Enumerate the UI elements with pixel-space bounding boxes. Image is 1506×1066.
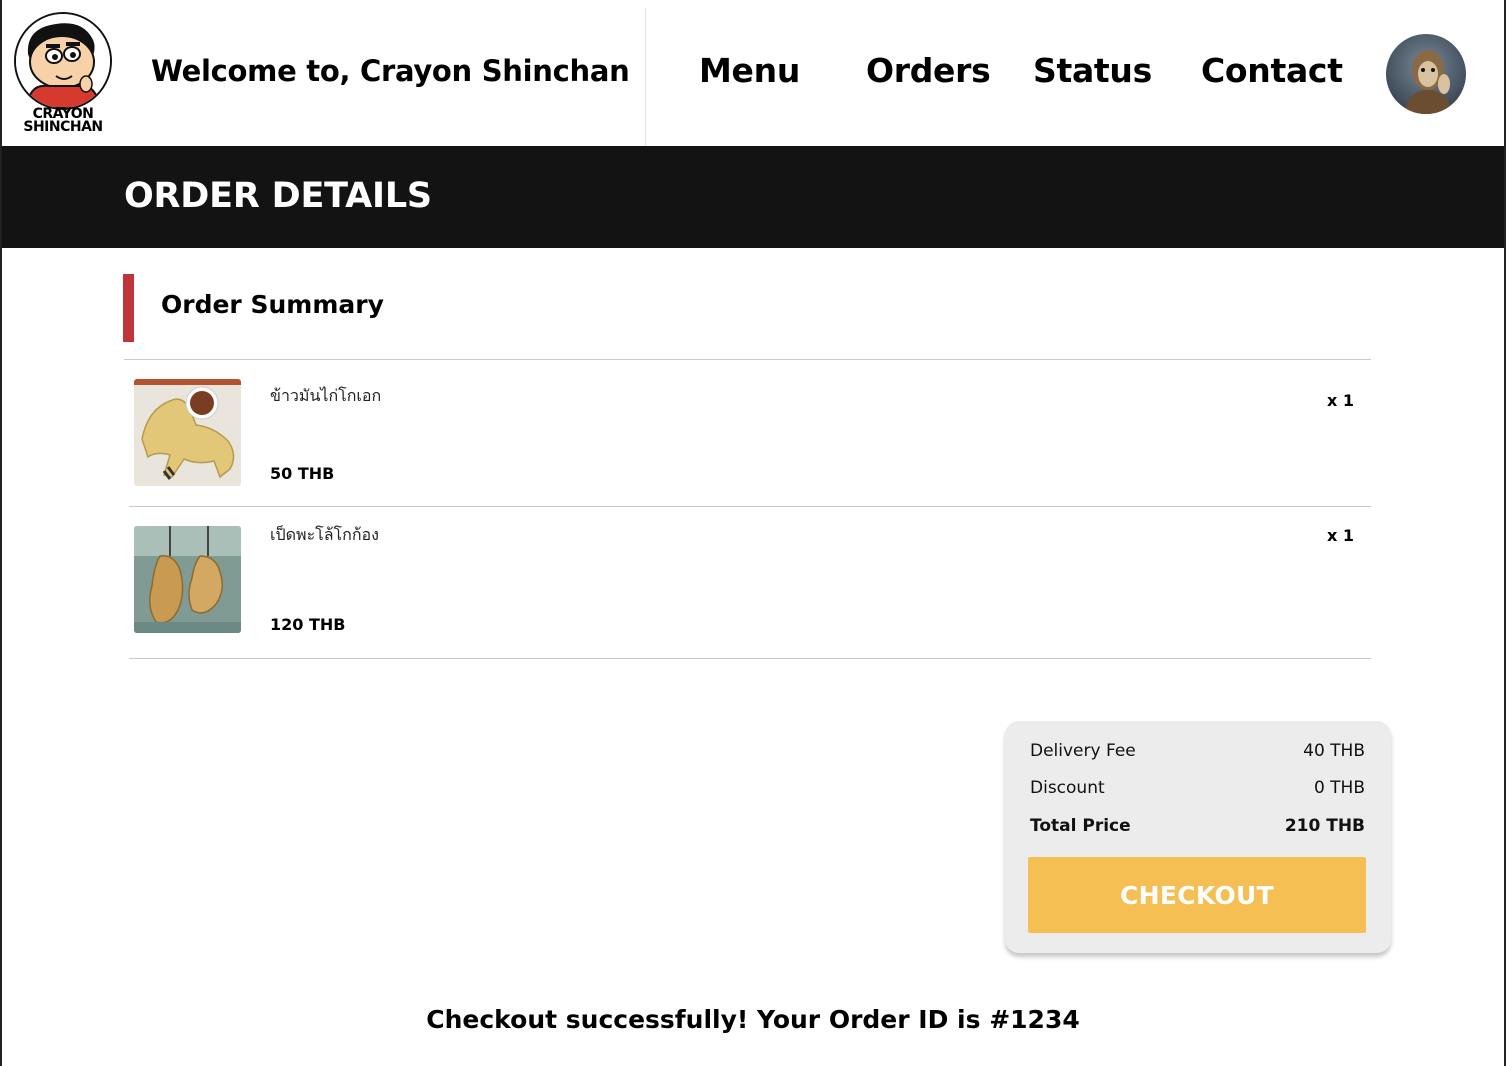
- header-divider: [645, 8, 646, 146]
- logo-text: CRAYON SHINCHAN: [14, 107, 112, 135]
- checkout-success-message: Checkout successfully! Your Order ID is …: [426, 1005, 1080, 1034]
- item-price: 50 THB: [270, 464, 335, 483]
- roast-duck-photo-icon: [134, 526, 241, 633]
- chicken-rice-photo-icon: [134, 379, 241, 486]
- summary-accent-bar: [123, 274, 134, 342]
- checkout-button[interactable]: CHECKOUT: [1028, 857, 1366, 933]
- total-price-label: Total Price: [1030, 816, 1131, 836]
- order-summary-title: Order Summary: [161, 290, 384, 319]
- roast-duck-image: [134, 526, 241, 633]
- discount-label: Discount: [1030, 778, 1105, 798]
- nav-orders[interactable]: Orders: [866, 51, 991, 90]
- summary-top-divider: [124, 359, 1371, 360]
- item-quantity: x 1: [1326, 391, 1354, 410]
- delivery-fee-value: 40 THB: [1303, 741, 1365, 761]
- logo-text-line2: SHINCHAN: [23, 119, 103, 135]
- total-price-value: 210 THB: [1284, 816, 1365, 836]
- user-avatar[interactable]: [1386, 34, 1466, 114]
- nav-contact[interactable]: Contact: [1201, 51, 1343, 90]
- shinchan-face-icon: [14, 12, 112, 110]
- crayon-shinchan-logo[interactable]: CRAYON SHINCHAN: [14, 12, 112, 136]
- user-avatar-icon: [1386, 34, 1466, 114]
- nav-menu[interactable]: Menu: [699, 51, 800, 90]
- item-name: ข้าวมันไก่โกเอก: [270, 388, 382, 405]
- order-totals-card: Delivery Fee 40 THB Discount 0 THB Total…: [1005, 721, 1391, 953]
- order-details-banner: ORDER DETAILS: [0, 146, 1506, 248]
- summary-bottom-divider: [129, 658, 1371, 659]
- delivery-fee-label: Delivery Fee: [1030, 741, 1136, 761]
- item-price: 120 THB: [270, 615, 346, 634]
- page-title: ORDER DETAILS: [124, 176, 432, 216]
- item-name: เป็ดพะโล้โกก้อง: [270, 527, 379, 544]
- top-header: CRAYON SHINCHAN Welcome to, Crayon Shinc…: [0, 0, 1506, 146]
- item-quantity: x 1: [1326, 526, 1354, 545]
- welcome-heading: Welcome to, Crayon Shinchan: [151, 54, 630, 88]
- discount-value: 0 THB: [1313, 778, 1365, 798]
- nav-status[interactable]: Status: [1033, 51, 1152, 90]
- chicken-rice-image: [134, 379, 241, 486]
- item-divider: [129, 506, 1371, 507]
